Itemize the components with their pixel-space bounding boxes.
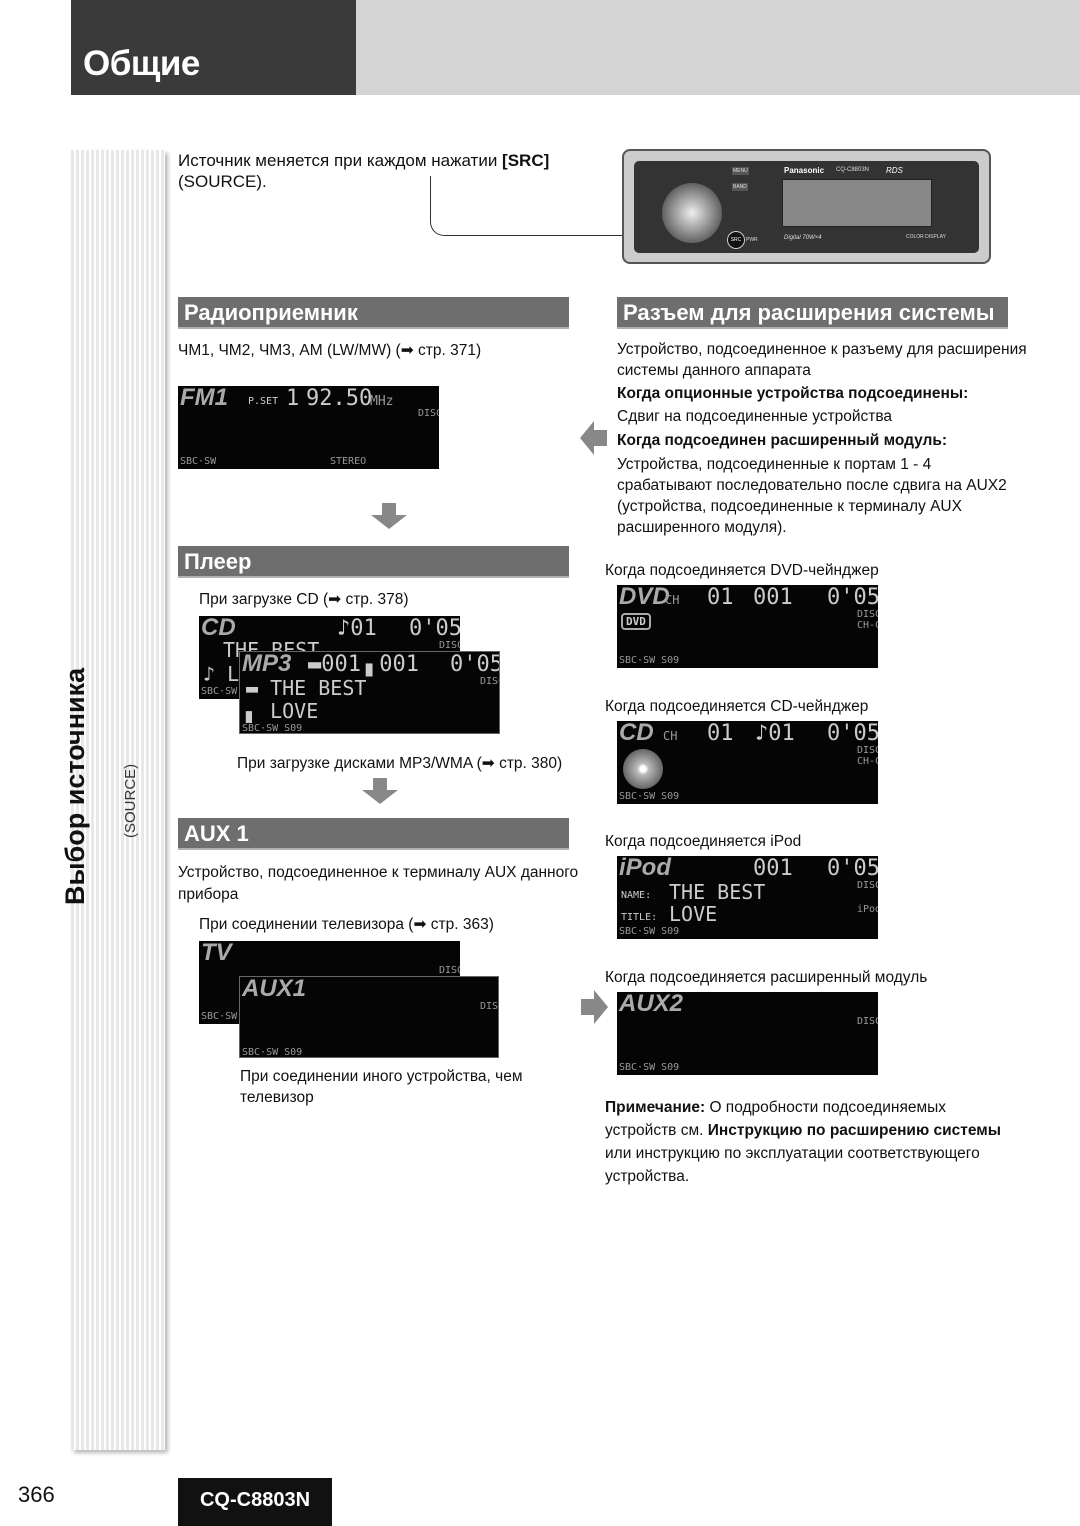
section-radio: Радиоприемник xyxy=(178,297,569,329)
opt-text: Сдвиг на подсоединенные устройства xyxy=(617,408,893,425)
opt-heading: Когда опционные устройства подсоединены: xyxy=(617,385,969,402)
cd-caption: При загрузке CD (➡ стр. 378) xyxy=(199,591,409,608)
display-fm: FM1 P.SET 1 92.50 MHz DISC SBC·SW STEREO xyxy=(178,386,439,469)
cdch-caption: Когда подсоединяется CD-чейнджер xyxy=(605,698,869,715)
right-arrow-icon-shaft xyxy=(581,999,594,1015)
device-image: Panasonic CQ-C8803N RDS SRC PWR MENU BAN… xyxy=(622,149,991,264)
model-label: CQ-C8803N xyxy=(836,167,870,173)
page-number: 366 xyxy=(18,1482,55,1507)
display-dvd: DVD CH 01 001 0'05 DVD DISC CH-C SBC·SW … xyxy=(617,585,878,668)
mod-heading: Когда подсоединен расширенный модуль: xyxy=(617,432,948,449)
color-label: COLOR DISPLAY xyxy=(906,234,946,240)
display-aux2: AUX2 DISC SBC·SW S09 xyxy=(617,992,878,1075)
down-arrow-icon xyxy=(362,778,398,804)
section-player: Плеер xyxy=(178,546,569,578)
note: Примечание: О подробности подсоединяемых… xyxy=(605,1099,1001,1185)
mod-text: Устройства, подсоединенные к портам 1 - … xyxy=(617,456,1007,536)
digital-label: Digital 70W×4 xyxy=(784,235,822,241)
header-band xyxy=(356,0,1080,95)
page-title: Общие сведения xyxy=(71,0,356,123)
display-ipod: iPod 001 0'05 NAME: THE BEST TITLE: LOVE… xyxy=(617,856,878,939)
display-aux1: AUX1 DISC SBC·SW S09 xyxy=(239,976,499,1058)
tv-caption: При соединении телевизора (➡ стр. 363) xyxy=(199,916,494,933)
display-mp3: MP3 ▬001 ▖001 0'05 DISC ▬ THE BEST ▖ LOV… xyxy=(239,651,500,734)
src-button: SRC xyxy=(727,231,745,249)
radio-desc: ЧМ1, ЧМ2, ЧМ3, AM (LW/MW) (➡ стр. 371) xyxy=(178,342,482,359)
mp3-caption: При загрузке дисками MP3/WMA (➡ стр. 380… xyxy=(237,755,563,772)
section-aux1: AUX 1 xyxy=(178,818,569,850)
other-caption: При соединении иного устройства, чем теле… xyxy=(240,1068,523,1106)
left-arrow-icon-shaft xyxy=(594,430,607,446)
left-arrow-icon xyxy=(580,421,594,455)
aux1-desc: Устройство, подсоединенное к терминалу A… xyxy=(178,864,579,903)
dvd-caption: Когда подсоединяется DVD-чейнджер xyxy=(605,562,879,579)
volume-knob xyxy=(662,183,722,243)
rds-label: RDS xyxy=(886,166,903,175)
brand-label: Panasonic xyxy=(784,166,825,175)
band-label: BAND xyxy=(732,183,748,191)
pwr-label: PWR xyxy=(746,237,758,243)
display-cdch: CD CH 01 ♪01 0'05 DISC CH-C SBC·SW S09 xyxy=(617,721,878,804)
right-arrow-icon xyxy=(594,990,608,1024)
callout-line xyxy=(430,176,630,236)
sidebar-title: Выбор источника xyxy=(60,667,90,905)
expansion-desc: Устройство, подсоединенное к разъему для… xyxy=(617,341,1027,379)
ipod-caption: Когда подсоединяется iPod xyxy=(605,833,802,850)
sidebar-subtitle: (SOURCE) xyxy=(122,763,139,838)
aux2-caption: Когда подсоединяется расширенный модуль xyxy=(605,969,928,986)
model-badge: CQ-C8803N xyxy=(178,1478,332,1526)
menu-label: MENU xyxy=(732,167,749,175)
down-arrow-icon xyxy=(371,503,407,529)
section-expansion: Разъем для расширения системы xyxy=(617,297,1008,329)
